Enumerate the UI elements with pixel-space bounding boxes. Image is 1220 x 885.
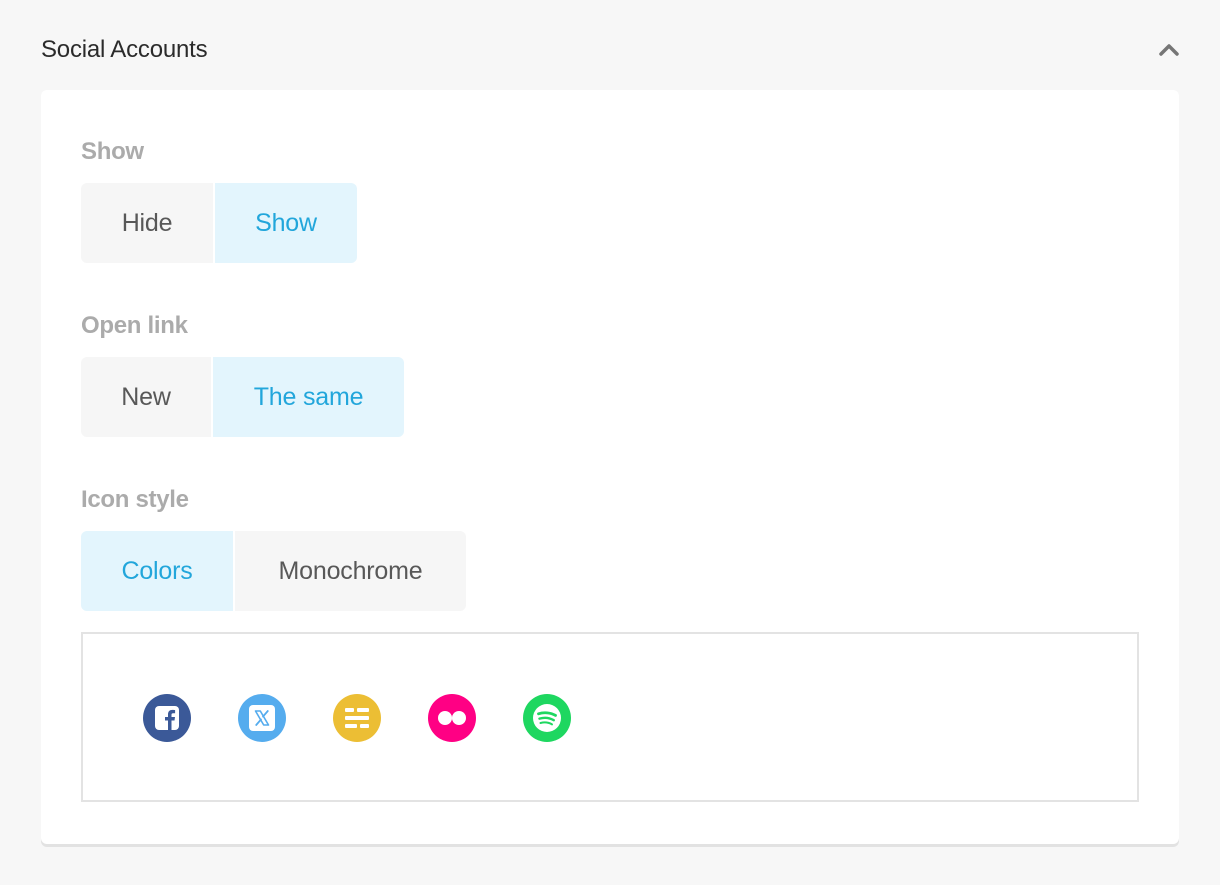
flickr-icon[interactable]: [428, 694, 476, 742]
icon-preview-box: [81, 632, 1139, 802]
show-label: Show: [81, 138, 144, 165]
icon-style-label: Icon style: [81, 486, 189, 513]
show-option-show[interactable]: Show: [215, 183, 357, 263]
icon-style-toggle: Colors Monochrome: [81, 531, 466, 611]
x-twitter-icon[interactable]: [238, 694, 286, 742]
chevron-up-icon: [1159, 44, 1179, 56]
spotify-icon[interactable]: [523, 694, 571, 742]
open-link-toggle: New The same: [81, 357, 404, 437]
open-link-option-same[interactable]: The same: [213, 357, 404, 437]
section-header: Social Accounts: [41, 30, 1179, 70]
collapse-button[interactable]: [1149, 30, 1189, 70]
social-icons-row: [143, 694, 618, 742]
substack-icon[interactable]: [333, 694, 381, 742]
open-link-option-new[interactable]: New: [81, 357, 211, 437]
open-link-field: Open link New The same: [81, 311, 404, 437]
show-option-hide[interactable]: Hide: [81, 183, 213, 263]
icon-style-option-monochrome[interactable]: Monochrome: [235, 531, 466, 611]
section-title: Social Accounts: [41, 36, 208, 63]
icon-style-option-colors[interactable]: Colors: [81, 531, 233, 611]
show-toggle: Hide Show: [81, 183, 357, 263]
open-link-label: Open link: [81, 312, 188, 339]
facebook-icon[interactable]: [143, 694, 191, 742]
icon-style-field: Icon style Colors Monochrome: [81, 485, 466, 611]
settings-card: Show Hide Show Open link New The same Ic…: [41, 90, 1179, 844]
show-field: Show Hide Show: [81, 137, 357, 263]
